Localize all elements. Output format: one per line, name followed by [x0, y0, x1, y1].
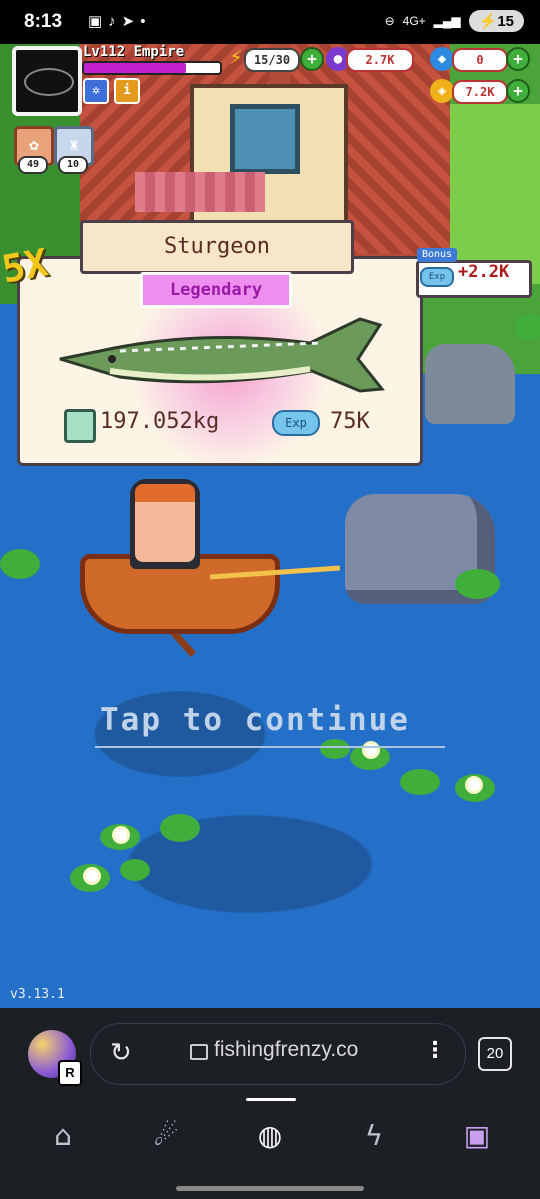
- version-label: v3.13.1: [10, 987, 65, 1002]
- lily-pad: [120, 859, 150, 881]
- lily-flower: [115, 829, 127, 841]
- dnd-icon: ⊖: [384, 14, 395, 28]
- bonus-value: +2.2K: [458, 262, 510, 282]
- rock-small: [425, 344, 515, 424]
- lock-icon: [190, 1044, 208, 1060]
- player-avatar[interactable]: [12, 46, 82, 116]
- lily-pad: [515, 314, 540, 340]
- network-label: 4G+: [402, 14, 426, 28]
- status-bar: 8:13 ▣♪➤• ⊖ 4G+ ▂▄▆ ⚡15: [0, 0, 540, 44]
- signal-icon: ▂▄▆: [433, 14, 461, 28]
- browser-toolbar: R ↻ fishingfrenzy.co ⋮ 20 ⌂ ☄ ◍ ϟ ▣: [0, 1008, 540, 1199]
- add-fish-coin-button[interactable]: +: [506, 47, 530, 71]
- weight-scale-icon: [64, 409, 96, 443]
- fisher-head: [135, 484, 195, 562]
- car-logo-icon: [24, 68, 74, 96]
- rarity-badge: Legendary: [140, 272, 292, 308]
- settings-gear-icon[interactable]: ✲: [83, 78, 109, 104]
- add-energy-button[interactable]: +: [300, 47, 324, 71]
- status-right: ⊖ 4G+ ▂▄▆ ⚡15: [385, 10, 524, 32]
- fish-weight: 197.052kg: [100, 409, 220, 434]
- trap-count: 10: [58, 156, 88, 174]
- info-icon[interactable]: i: [114, 78, 140, 104]
- notification-icons: ▣♪➤•: [88, 13, 152, 30]
- awning: [135, 172, 265, 212]
- reload-icon[interactable]: ↻: [110, 1038, 132, 1068]
- tap-underline: [95, 746, 445, 748]
- lily-pad: [160, 814, 200, 842]
- house-window: [230, 104, 300, 174]
- bait-count: 49: [18, 156, 48, 174]
- lily-pad: [400, 769, 440, 795]
- add-gold-button[interactable]: +: [506, 79, 530, 103]
- gold-coin-icon: ◈: [430, 79, 454, 103]
- battery-badge: ⚡15: [468, 10, 524, 32]
- fish-coin-icon: ◆: [430, 47, 454, 71]
- lily-flower: [468, 779, 480, 791]
- bonus-exp-badge: Exp: [420, 267, 454, 287]
- lily-pad: [320, 739, 350, 759]
- lightning-nav-icon[interactable]: ϟ: [354, 1116, 394, 1156]
- more-menu-icon[interactable]: ⋮: [424, 1038, 446, 1063]
- tab-count-button[interactable]: 20: [478, 1037, 512, 1071]
- lily-flower: [86, 870, 98, 882]
- bonus-label: Bonus: [417, 248, 457, 262]
- blue-currency: 0: [452, 48, 508, 72]
- game-canvas[interactable]: Tap to continue v3.13.1 Lv112 Empire ✲ i…: [0, 44, 540, 1008]
- energy-counter: 15/30: [244, 48, 300, 72]
- fish-name: Sturgeon: [80, 220, 354, 274]
- exp-badge: Exp: [272, 410, 320, 436]
- xp-fill: [84, 63, 186, 73]
- gold-currency: 7.2K: [452, 80, 508, 104]
- tap-to-continue[interactable]: Tap to continue: [100, 702, 410, 738]
- catch-multiplier: 5X: [0, 240, 52, 292]
- ufo-icon[interactable]: ☄: [146, 1116, 186, 1156]
- xp-bar: [82, 61, 222, 75]
- home-indicator: [176, 1186, 364, 1191]
- player-name: Lv112 Empire: [83, 44, 185, 60]
- profile-badge: R: [58, 1060, 82, 1086]
- clock: 8:13: [24, 11, 63, 32]
- lily-pad: [0, 549, 40, 579]
- active-tab-indicator: [246, 1098, 296, 1101]
- url-text[interactable]: fishingfrenzy.co: [214, 1038, 358, 1062]
- purple-currency: 2.7K: [346, 48, 414, 72]
- globe-icon[interactable]: ◍: [250, 1116, 290, 1156]
- home-icon[interactable]: ⌂: [43, 1116, 83, 1156]
- lily-pad: [455, 569, 500, 599]
- app-icon[interactable]: ▣: [457, 1116, 497, 1156]
- exp-value: 75K: [330, 409, 370, 434]
